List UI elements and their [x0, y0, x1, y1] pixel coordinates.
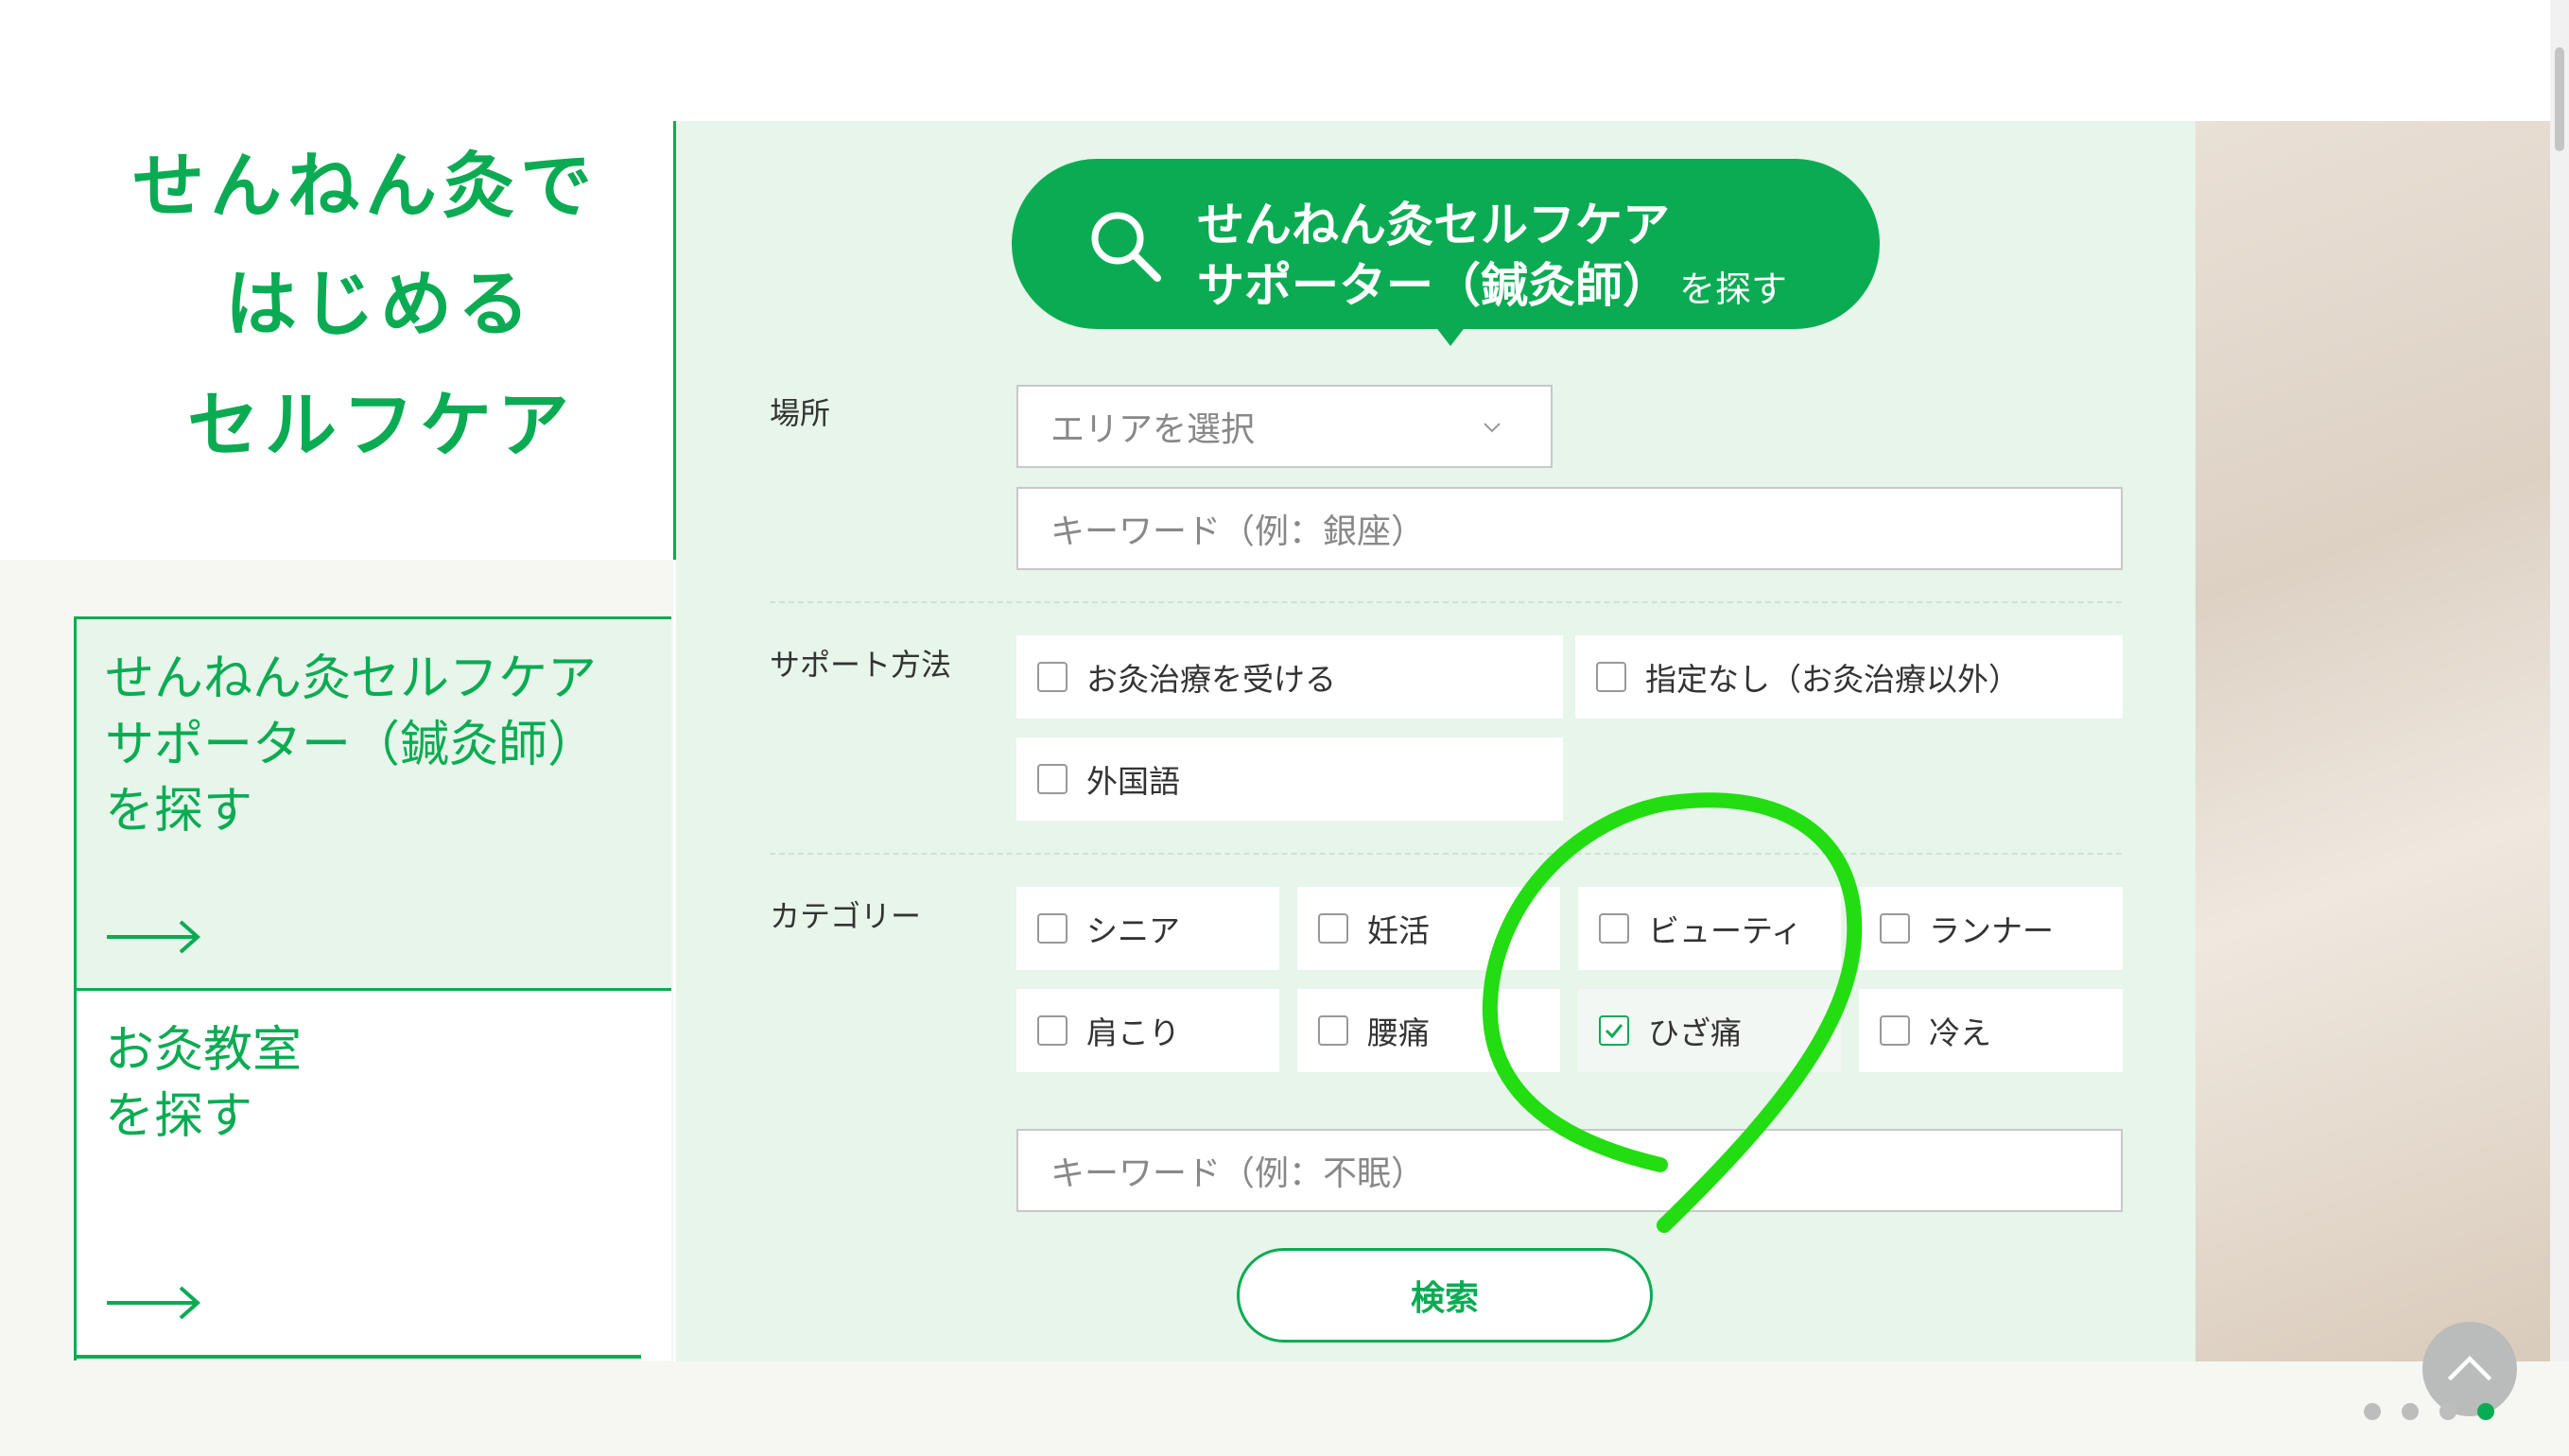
checkbox[interactable]: [1037, 1015, 1068, 1046]
category-keyword-input[interactable]: キーワード（例：不眠）: [1016, 1129, 2123, 1212]
search-icon: [1091, 212, 1161, 282]
card-bottom-border: [74, 1355, 641, 1359]
checkbox[interactable]: [1880, 913, 1910, 944]
section-divider: [770, 853, 2122, 855]
support-option-foreign-language[interactable]: 外国語: [1016, 737, 1563, 821]
checkbox[interactable]: [1037, 764, 1068, 794]
carousel-dot[interactable]: [2439, 1403, 2456, 1420]
checkbox[interactable]: [1318, 1015, 1348, 1046]
find-classroom-card[interactable]: お灸教室 を探す: [74, 988, 671, 1361]
card-line: を探す: [105, 1088, 253, 1145]
checkbox[interactable]: [1599, 913, 1629, 944]
checkmark-icon: [1605, 1024, 1623, 1039]
card-line: お灸教室: [105, 1022, 303, 1079]
checkbox[interactable]: [1880, 1015, 1910, 1046]
area-select[interactable]: エリアを選択: [1016, 385, 1553, 468]
hero-title-line-3: セルフケア: [187, 367, 575, 475]
location-label: 場所: [770, 395, 831, 431]
category-option-label: ビューティ: [1648, 912, 1803, 949]
search-title-line-1: せんねん灸セルフケア: [1197, 198, 1670, 252]
support-method-label: サポート方法: [770, 647, 952, 683]
category-option-senior[interactable]: シニア: [1016, 887, 1279, 970]
hero-title-line-1: せんねん灸で: [132, 128, 598, 235]
find-supporter-card[interactable]: せんねん灸セルフケア サポーター（鍼灸師） を探す: [74, 616, 671, 991]
checkbox[interactable]: [1037, 662, 1068, 692]
search-button[interactable]: 検索: [1237, 1248, 1653, 1343]
location-keyword-placeholder: キーワード（例：銀座）: [1050, 512, 1426, 551]
category-option-label: 冷え: [1929, 1014, 1991, 1051]
card-line: サポーター（鍼灸師）: [105, 717, 598, 773]
support-option-label: 外国語: [1086, 763, 1180, 800]
search-title-suffix: を探す: [1679, 269, 1788, 310]
chevron-down-icon: [1484, 423, 1501, 433]
support-option-unspecified[interactable]: 指定なし（お灸治療以外）: [1575, 635, 2123, 719]
carousel-dot-active[interactable]: [2477, 1403, 2494, 1420]
bottom-strip: [0, 1361, 2569, 1456]
category-option-label: ひざ痛: [1648, 1014, 1742, 1051]
arrow-right-icon: [107, 920, 201, 954]
support-option-moxa-treatment[interactable]: お灸治療を受ける: [1016, 635, 1563, 719]
scrollbar-track[interactable]: [2550, 0, 2569, 1456]
category-option-fertility[interactable]: 妊活: [1297, 887, 1560, 970]
category-option-stiff-shoulders[interactable]: 肩こり: [1016, 989, 1279, 1072]
back-to-top-button[interactable]: [2422, 1322, 2517, 1416]
category-option-label: 肩こり: [1086, 1014, 1180, 1051]
carousel-dot[interactable]: [2402, 1403, 2419, 1420]
hero-title-line-2: はじめる: [225, 246, 535, 354]
chevron-up-icon: [2447, 1356, 2492, 1381]
checkbox-checked[interactable]: [1599, 1015, 1629, 1046]
category-option-beauty[interactable]: ビューティ: [1578, 887, 1841, 970]
checkbox[interactable]: [1596, 662, 1626, 692]
search-title-line-2: サポーター（鍼灸師） を探す: [1197, 258, 1788, 313]
checkbox[interactable]: [1318, 913, 1348, 944]
category-option-back-pain[interactable]: 腰痛: [1297, 989, 1560, 1072]
category-label: カテゴリー: [770, 898, 922, 934]
section-divider: [770, 601, 2122, 603]
location-keyword-input[interactable]: キーワード（例：銀座）: [1016, 487, 2123, 570]
category-option-cold[interactable]: 冷え: [1859, 989, 2123, 1072]
category-option-label: 妊活: [1367, 912, 1430, 949]
checkbox[interactable]: [1037, 913, 1068, 944]
search-title-pill: せんねん灸セルフケア サポーター（鍼灸師） を探す: [1012, 159, 1880, 329]
category-option-label: 腰痛: [1367, 1014, 1430, 1051]
category-option-label: シニア: [1086, 912, 1180, 949]
carousel-dot[interactable]: [2364, 1403, 2381, 1420]
arrow-right-icon: [107, 1286, 201, 1320]
category-option-knee-pain[interactable]: ひざ痛: [1578, 989, 1841, 1072]
card-line: せんねん灸セルフケア: [105, 650, 598, 707]
support-option-label: 指定なし（お灸治療以外）: [1645, 661, 2020, 698]
category-option-label: ランナー: [1929, 912, 2054, 949]
support-option-label: お灸治療を受ける: [1086, 661, 1336, 698]
category-keyword-placeholder: キーワード（例：不眠）: [1050, 1154, 1426, 1193]
area-select-value: エリアを選択: [1050, 410, 1256, 449]
card-line: を探す: [105, 783, 253, 840]
speech-bubble-tail: [1432, 321, 1469, 346]
category-option-runner[interactable]: ランナー: [1859, 887, 2123, 970]
background-photo: [2196, 121, 2550, 1361]
scrollbar-thumb[interactable]: [2555, 47, 2564, 151]
